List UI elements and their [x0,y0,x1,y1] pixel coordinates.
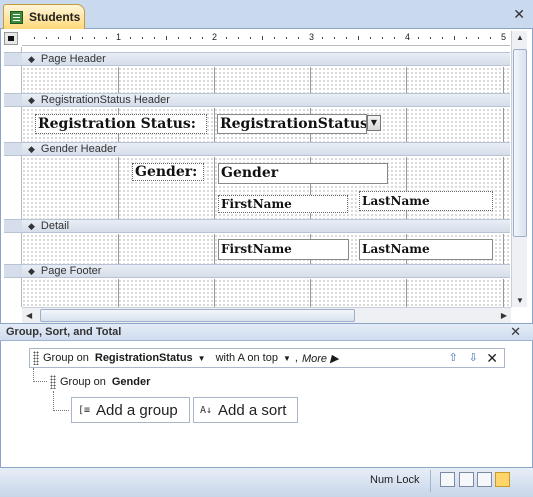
table-icon [10,10,23,24]
section-arrow-icon: ◆ [28,53,35,64]
add-group-label: Add a group [96,401,178,419]
report-selector-button[interactable] [4,32,18,45]
close-document-icon[interactable]: ✕ [513,6,525,22]
group-field-select[interactable]: RegistrationStatus [95,352,193,364]
group-on-label: Group on [60,376,106,388]
detail-grid[interactable]: FirstName LastName [22,234,510,264]
page-header-grid[interactable] [22,67,510,93]
scroll-right-icon[interactable]: ▶ [501,311,507,320]
ruler-number-1: 1 [116,32,122,42]
tree-connector [33,368,47,382]
chevron-down-icon[interactable]: ▼ [367,115,381,131]
more-options-link[interactable]: More ▶ [302,352,339,365]
lastname-field[interactable]: LastName [359,239,493,260]
row-actions: ⇧ ⇩ ✕ [446,351,498,365]
horizontal-ruler: 1 2 3 4 5 [22,31,510,46]
horizontal-scroll-thumb[interactable] [40,309,355,322]
scroll-down-icon[interactable]: ▼ [516,296,524,305]
ruler-number-4: 4 [405,32,411,42]
report-view-icon[interactable] [440,472,455,487]
group-sort-total-title: Group, Sort, and Total [6,326,122,338]
layout-view-icon[interactable] [477,472,492,487]
section-arrow-icon: ◆ [28,220,35,231]
group-row-registration[interactable]: Group on RegistrationStatus ▼ with A on … [29,348,505,368]
section-arrow-icon: ◆ [28,265,35,276]
drag-handle-icon[interactable] [33,351,39,365]
section-label: Detail [40,220,70,232]
scroll-left-icon[interactable]: ◀ [26,311,32,320]
section-registration-header[interactable]: ◆ RegistrationStatus Header [22,93,510,107]
ruler-number-2: 2 [212,32,218,42]
scroll-up-icon[interactable]: ▲ [516,33,524,42]
group-field-select[interactable]: Gender [112,376,151,388]
status-divider [430,470,431,492]
registration-header-grid[interactable]: Registration Status: RegistrationStatus … [22,108,510,142]
sort-order-select[interactable]: with A on top [216,352,278,364]
delete-icon[interactable]: ✕ [486,351,498,365]
section-label: Gender Header [40,143,117,155]
drag-handle-icon[interactable] [50,375,56,389]
print-preview-icon[interactable] [459,472,474,487]
section-arrow-icon: ◆ [28,94,35,105]
chevron-down-icon[interactable]: ▼ [198,354,206,363]
section-label: Page Header [40,53,106,65]
section-gender-header[interactable]: ◆ Gender Header [22,142,510,156]
group-on-label: Group on [43,352,89,364]
design-view-icon[interactable] [495,472,510,487]
add-sort-label: Add a sort [218,401,287,419]
move-up-icon[interactable]: ⇧ [446,351,460,365]
lastname-label[interactable]: LastName [359,191,493,211]
firstname-label[interactable]: FirstName [218,195,348,213]
registration-status-label[interactable]: Registration Status: [35,114,207,134]
vertical-scrollbar[interactable]: ▲ ▼ [511,31,527,307]
section-label: RegistrationStatus Header [40,94,170,106]
horizontal-scrollbar[interactable]: ◀ ▶ [22,307,511,323]
gender-header-selector[interactable] [4,142,22,156]
group-row-gender[interactable]: Group on Gender [47,373,207,391]
tree-connector [53,391,69,411]
add-sort-button[interactable]: A↓ Add a sort [193,397,298,423]
section-arrow-icon: ◆ [28,143,35,154]
detail-selector[interactable] [4,219,22,233]
page-footer-selector[interactable] [4,264,22,278]
add-group-icon: [≡ [78,404,91,416]
section-label: Page Footer [40,265,102,277]
vertical-scroll-thumb[interactable] [513,49,527,237]
ruler-ticks [24,36,510,42]
sort-az-icon: A↓ [200,404,213,416]
num-lock-indicator: Num Lock [370,474,420,486]
ruler-number-5: 5 [501,32,507,42]
page-footer-grid[interactable] [22,279,510,307]
add-group-button[interactable]: [≡ Add a group [71,397,190,423]
move-down-icon[interactable]: ⇩ [466,351,480,365]
tab-students[interactable]: Students [3,4,85,29]
chevron-down-icon[interactable]: ▼ [283,354,291,363]
firstname-field[interactable]: FirstName [218,239,349,260]
close-pane-icon[interactable]: ✕ [510,324,521,340]
section-detail[interactable]: ◆ Detail [22,219,510,233]
gender-label[interactable]: Gender: [132,163,204,181]
ruler-number-3: 3 [309,32,315,42]
gender-field[interactable]: Gender [218,163,388,184]
tab-label: Students [29,10,81,24]
separator: , [294,352,298,364]
section-page-header[interactable]: ◆ Page Header [22,52,510,66]
section-page-footer[interactable]: ◆ Page Footer [22,264,510,278]
page-header-selector[interactable] [4,52,22,66]
gender-header-grid[interactable]: Gender: Gender FirstName LastName [22,157,510,219]
registration-status-field[interactable]: RegistrationStatus [217,114,367,134]
registration-header-selector[interactable] [4,93,22,107]
